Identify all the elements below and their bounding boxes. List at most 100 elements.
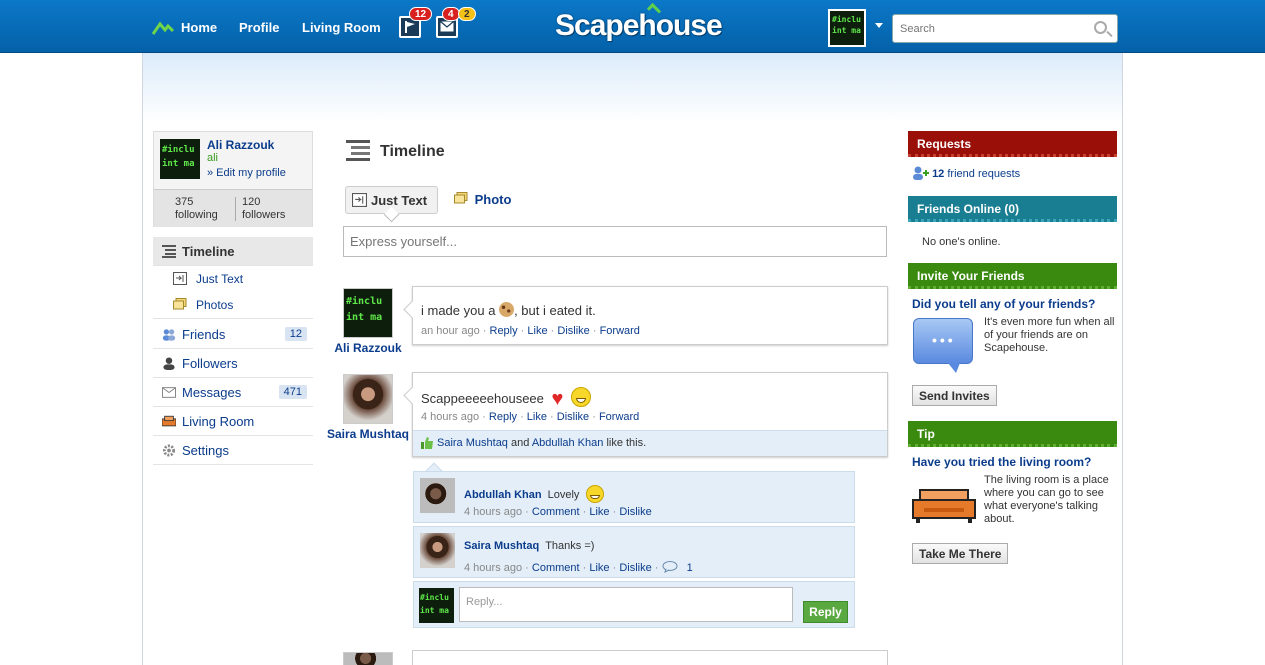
sidebar-item-label: Just Text [196, 272, 244, 286]
search-icon[interactable] [1094, 21, 1107, 34]
sidebar-item-timeline[interactable]: Timeline [153, 237, 313, 266]
comment-time: 4 hours ago [464, 562, 523, 574]
sofa-icon [162, 415, 176, 427]
tip-header: Tip [908, 421, 1117, 447]
home-icon[interactable] [152, 21, 174, 35]
comment-link[interactable]: Comment [532, 562, 580, 574]
post-time: an hour ago [421, 325, 480, 337]
sidebar-item-just-text[interactable]: Just Text [153, 266, 313, 292]
post-time: 4 hours ago [421, 411, 480, 423]
sidebar-item-settings[interactable]: Settings [153, 436, 313, 465]
like-link[interactable]: Like [589, 506, 609, 518]
flag-icon [405, 21, 415, 33]
speech-bubble-icon[interactable] [662, 561, 678, 573]
profile-name[interactable]: Ali Razzouk [207, 138, 274, 152]
flag-count-badge: 12 [409, 7, 433, 21]
status-input[interactable] [343, 226, 887, 257]
chevron-down-icon[interactable] [875, 23, 883, 28]
following-label: following [175, 209, 218, 221]
envelope-icon [440, 21, 454, 32]
liker-name[interactable]: Abdullah Khan [532, 437, 604, 449]
profile-username: ali [207, 152, 219, 164]
post-author-name[interactable]: Ali Razzouk [330, 341, 406, 355]
nav-living-room[interactable]: Living Room [302, 20, 381, 35]
page-title: Timeline [380, 143, 445, 160]
comment-text: Thanks =) [545, 540, 595, 552]
search-input[interactable] [893, 15, 1083, 42]
sidebar-item-friends[interactable]: Friends 12 [153, 320, 313, 349]
sidebar-item-messages[interactable]: Messages 471 [153, 378, 313, 407]
like-link[interactable]: Like [527, 411, 547, 423]
post-author-avatar[interactable]: #inclu int ma [343, 288, 393, 338]
thumbs-up-icon [421, 437, 433, 449]
search-box [892, 14, 1118, 43]
requests-header: Requests [908, 131, 1117, 157]
edit-profile-link[interactable]: » Edit my profile [207, 167, 286, 179]
post-author-name[interactable]: Saira Mushtaq [325, 427, 411, 441]
likes-suffix: like this. [606, 437, 647, 449]
text-post-icon [352, 193, 367, 207]
sidebar-item-label: Timeline [182, 244, 235, 259]
dislike-link[interactable]: Dislike [619, 562, 651, 574]
comment-author[interactable]: Saira Mushtaq [464, 540, 539, 552]
sidebar-item-photos[interactable]: Photos [153, 292, 313, 319]
friends-count-badge: 12 [284, 327, 307, 341]
dislike-link[interactable]: Dislike [619, 506, 651, 518]
gear-icon [162, 444, 176, 457]
post-meta: 4 hours ago · Reply · Like · Dislike · F… [421, 411, 640, 423]
nav-home[interactable]: Home [181, 20, 217, 35]
composer-avatar[interactable]: #inclu int ma [419, 588, 454, 623]
reply-input[interactable]: Reply... [459, 587, 793, 622]
friend-requests-link[interactable]: 12 friend requests [912, 166, 1020, 180]
scapehouse-logo[interactable]: Scapehouse [555, 2, 723, 43]
tip-question[interactable]: Have you tried the living room? [912, 455, 1091, 469]
post-text-part: Scappeeeeehouseee [421, 391, 544, 406]
likes-connector: and [511, 437, 530, 449]
comment-avatar[interactable] [420, 533, 455, 568]
comment-meta: 4 hours ago · Comment · Like · Dislike ·… [464, 561, 693, 574]
post-text: Scappeeeeehouseee ♥ [421, 387, 592, 411]
text-post-icon [173, 272, 187, 285]
invite-question[interactable]: Did you tell any of your friends? [912, 297, 1095, 311]
reply-count[interactable]: 1 [687, 562, 693, 574]
user-avatar[interactable]: #inclu int ma [828, 9, 866, 47]
follower-icon [163, 357, 175, 370]
likes-bar: Saira Mushtaq and Abdullah Khan like thi… [413, 430, 887, 456]
tab-just-text[interactable]: Just Text [345, 186, 438, 214]
following-stat[interactable]: 375 following [175, 196, 218, 222]
timeline-icon [346, 140, 370, 161]
forward-link[interactable]: Forward [600, 325, 640, 337]
comment-link[interactable]: Comment [532, 506, 580, 518]
invite-header: Invite Your Friends [908, 263, 1117, 289]
timeline-post [412, 650, 888, 665]
comment: Saira Mushtaq Thanks =) 4 hours ago · Com… [413, 526, 855, 578]
comment-avatar[interactable] [420, 478, 455, 513]
liker-name[interactable]: Saira Mushtaq [437, 437, 508, 449]
tab-label: Just Text [371, 193, 428, 208]
reply-button[interactable]: Reply [803, 601, 848, 623]
reply-link[interactable]: Reply [490, 325, 518, 337]
nav-profile[interactable]: Profile [239, 20, 279, 35]
chat-bubble-icon: ••• [913, 318, 973, 373]
comment-author[interactable]: Abdullah Khan [464, 489, 542, 501]
followers-stat[interactable]: 120 followers [242, 196, 285, 222]
forward-link[interactable]: Forward [599, 411, 639, 423]
sidebar-item-followers[interactable]: Followers [153, 349, 313, 378]
requests-count: 12 [932, 168, 945, 180]
like-link[interactable]: Like [527, 325, 547, 337]
dislike-link[interactable]: Dislike [557, 325, 589, 337]
messages-count-badge: 471 [278, 385, 307, 399]
mail-secondary-badge: 2 [458, 7, 476, 21]
tab-photo[interactable]: Photo [454, 192, 511, 207]
envelope-icon [162, 387, 176, 398]
send-invites-button[interactable]: Send Invites [912, 385, 997, 406]
sidebar-item-living-room[interactable]: Living Room [153, 407, 313, 436]
reply-link[interactable]: Reply [489, 411, 517, 423]
profile-avatar[interactable]: #inclu int ma [160, 139, 200, 179]
post-author-avatar[interactable] [343, 652, 393, 665]
like-link[interactable]: Like [589, 562, 609, 574]
following-count: 375 [175, 196, 194, 208]
take-me-there-button[interactable]: Take Me There [912, 543, 1009, 564]
post-author-avatar[interactable] [343, 374, 393, 424]
dislike-link[interactable]: Dislike [557, 411, 589, 423]
